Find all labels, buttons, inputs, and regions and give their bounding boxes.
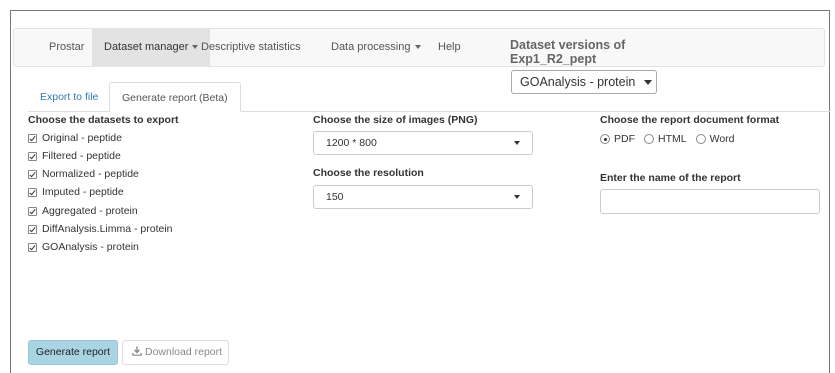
nav-label: Data processing <box>331 41 411 53</box>
nav-dataset-manager[interactable]: Dataset manager <box>92 29 211 66</box>
checkbox-label: Imputed - peptide <box>42 186 124 198</box>
report-name-input[interactable] <box>600 189 820 214</box>
resolution-heading: Choose the resolution <box>313 167 424 179</box>
dataset-checkbox-original[interactable]: Original - peptide <box>28 131 122 145</box>
dataset-checkbox-goanalysis[interactable]: GOAnalysis - protein <box>28 240 139 254</box>
caret-down-icon <box>514 195 520 199</box>
dataset-checkbox-diffanalysis[interactable]: DiffAnalysis.Limma - protein <box>28 222 173 236</box>
tab-label: Generate report (Beta) <box>122 92 228 104</box>
download-icon <box>132 346 142 357</box>
navbar: Prostar Dataset manager Descriptive stat… <box>13 28 825 67</box>
nav-descriptive-statistics[interactable]: Descriptive statistics <box>201 29 301 66</box>
caret-down-icon <box>414 45 421 50</box>
nav-data-processing[interactable]: Data processing <box>331 29 421 66</box>
radio-html[interactable]: HTML <box>644 133 687 145</box>
datasets-heading: Choose the datasets to export <box>28 114 179 126</box>
radio-button[interactable] <box>644 134 654 144</box>
checkbox-label: Normalized - peptide <box>42 168 139 180</box>
button-label: Download report <box>145 346 223 358</box>
caret-down-icon <box>644 80 652 85</box>
tab-generate-report[interactable]: Generate report (Beta) <box>109 82 241 112</box>
resolution-value: 150 <box>326 191 344 203</box>
format-heading: Choose the report document format <box>600 114 780 126</box>
tab-export-to-file[interactable]: Export to file <box>28 82 110 112</box>
image-size-select[interactable]: 1200 * 800 <box>313 131 533 155</box>
nav-label: Descriptive statistics <box>201 41 301 53</box>
generate-report-button[interactable]: Generate report <box>28 340 118 365</box>
radio-label: PDF <box>614 133 635 145</box>
dataset-checkbox-filtered[interactable]: Filtered - peptide <box>28 149 121 163</box>
checkbox-label: DiffAnalysis.Limma - protein <box>42 223 173 235</box>
dataset-checkbox-imputed[interactable]: Imputed - peptide <box>28 185 124 199</box>
versions-title-line1: Dataset versions of <box>510 38 626 52</box>
checkbox[interactable] <box>28 206 37 216</box>
checkbox[interactable] <box>28 224 37 234</box>
radio-label: Word <box>709 133 735 145</box>
image-size-value: 1200 * 800 <box>326 137 377 149</box>
nav-label: Dataset manager <box>104 41 189 53</box>
radio-button[interactable] <box>695 134 706 144</box>
checkbox[interactable] <box>28 133 37 143</box>
radio-button[interactable] <box>600 134 610 144</box>
image-size-heading: Choose the size of images (PNG) <box>313 114 478 126</box>
nav-label: Help <box>438 41 461 53</box>
dataset-version-select[interactable]: GOAnalysis - protein <box>511 70 657 94</box>
resolution-select[interactable]: 150 <box>313 185 533 209</box>
nav-label: Prostar <box>49 41 85 53</box>
checkbox[interactable] <box>28 169 37 179</box>
caret-down-icon <box>192 45 199 50</box>
checkbox-label: Filtered - peptide <box>42 150 121 162</box>
checkbox-label: GOAnalysis - protein <box>42 241 139 253</box>
caret-down-icon <box>514 141 520 145</box>
button-label: Generate report <box>35 346 111 358</box>
checkbox-label: Aggregated - protein <box>42 205 138 217</box>
report-name-heading: Enter the name of the report <box>600 172 741 184</box>
radio-pdf[interactable]: PDF <box>600 133 635 145</box>
format-radio-group: PDF HTML Word <box>600 132 744 146</box>
radio-label: HTML <box>658 133 687 145</box>
checkbox[interactable] <box>28 242 37 252</box>
nav-help[interactable]: Help <box>438 29 461 66</box>
dataset-versions-title: Dataset versions of Exp1_R2_pept <box>510 38 680 66</box>
nav-prostar[interactable]: Prostar <box>49 29 84 66</box>
versions-title-line2: Exp1_R2_pept <box>510 52 597 66</box>
version-select-value: GOAnalysis - protein <box>520 75 636 89</box>
checkbox[interactable] <box>28 151 37 161</box>
tab-label: Export to file <box>40 91 99 103</box>
download-report-button[interactable]: Download report <box>122 340 229 365</box>
checkbox[interactable] <box>28 187 37 197</box>
dataset-checkbox-normalized[interactable]: Normalized - peptide <box>28 167 139 181</box>
radio-word[interactable]: Word <box>695 133 735 145</box>
checkbox-label: Original - peptide <box>42 132 122 144</box>
dataset-checkbox-aggregated[interactable]: Aggregated - protein <box>28 204 138 218</box>
